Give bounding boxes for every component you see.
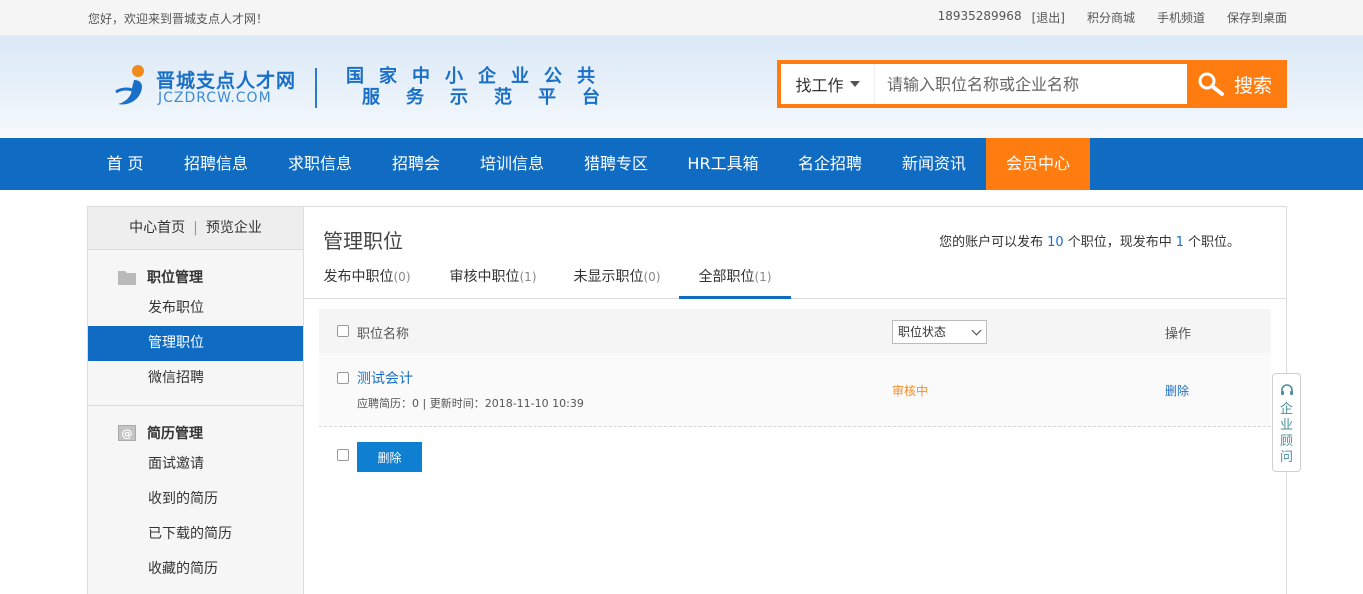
main-nav: 首 页 招聘信息 求职信息 招聘会 培训信息 猎聘专区 HR工具箱 名企招聘 新…	[0, 138, 1363, 190]
job-status-badge: 审核中	[892, 384, 929, 398]
nav-item-headhunting[interactable]: 猎聘专区	[574, 138, 658, 190]
headset-icon	[1280, 384, 1293, 395]
sidebar-item-favorite-resumes[interactable]: 收藏的简历	[88, 552, 303, 587]
chevron-down-icon	[971, 325, 982, 336]
resume-management-title: 简历管理	[147, 426, 203, 442]
tab-under-review-label: 审核中职位	[449, 269, 520, 285]
site-logo[interactable]: 晋城支点人才网 JCZDRCW.COM	[112, 62, 312, 112]
top-bar: 您好，欢迎来到晋城支点人才网！ 18935289968 [退出] 积分商城 手机…	[0, 0, 1363, 36]
quota-total: 10	[1047, 235, 1064, 250]
points-mall-link[interactable]: 积分商城	[1087, 9, 1135, 26]
enterprise-adviser-button[interactable]: 企业顾问	[1272, 373, 1301, 472]
nav-item-jobs[interactable]: 招聘信息	[174, 138, 258, 190]
nav-item-seekers[interactable]: 求职信息	[278, 138, 362, 190]
sidebar-item-received-resumes[interactable]: 收到的简历	[88, 482, 303, 517]
svg-text:@: @	[122, 427, 133, 440]
search-button-label: 搜索	[1233, 74, 1272, 97]
search-button[interactable]: 搜索	[1187, 64, 1283, 104]
sidebar-header: 中心首页 | 预览企业	[88, 207, 303, 250]
logo-domain: JCZDRCW.COM	[158, 90, 272, 106]
sidebar-item-downloaded-resumes[interactable]: 已下载的简历	[88, 517, 303, 552]
welcome-text: 您好，欢迎来到晋城支点人才网！	[88, 12, 269, 26]
save-to-desktop-link[interactable]: 保存到桌面	[1227, 9, 1287, 26]
tab-under-review[interactable]: 审核中职位(1)	[449, 263, 537, 299]
job-status-filter-label: 职位状态	[898, 325, 947, 339]
nav-item-member-center[interactable]: 会员中心	[986, 138, 1090, 190]
tab-under-review-count: (1)	[519, 270, 537, 284]
nav-item-hr-tools[interactable]: HR工具箱	[678, 138, 768, 190]
search-type-dropdown[interactable]: 找工作	[781, 64, 875, 104]
search-input[interactable]	[875, 64, 1187, 104]
tab-all-jobs[interactable]: 全部职位(1)	[679, 263, 791, 299]
sidebar: 中心首页 | 预览企业 职位管理 发布职位 管理职位 微信招聘 @ 简历管理 面试邀…	[88, 207, 304, 594]
sidebar-item-wechat-recruit[interactable]: 微信招聘	[88, 361, 303, 396]
column-actions: 操作	[1165, 327, 1192, 342]
member-center-panel: 中心首页 | 预览企业 职位管理 发布职位 管理职位 微信招聘 @ 简历管理 面试邀…	[87, 206, 1287, 594]
tab-published-count: (0)	[393, 270, 411, 284]
job-table: 职位名称 职位状态 操作 测试会计 应聘简历：0 | 更新时间：2018-11-…	[319, 309, 1271, 487]
slogan-line-2: 服务示范平台	[362, 87, 626, 108]
quota-suffix: 个职位。	[1187, 235, 1240, 250]
job-management-title: 职位管理	[147, 270, 203, 286]
user-phone: 18935289968	[937, 9, 1022, 23]
adviser-label: 企业顾问	[1279, 402, 1293, 465]
at-sign-icon: @	[118, 425, 136, 441]
page-title: 管理职位	[323, 229, 403, 253]
folder-icon	[118, 271, 136, 285]
table-row: 测试会计 应聘简历：0 | 更新时间：2018-11-10 10:39 审核中 …	[319, 353, 1271, 427]
slogan-line-1: 国家中小企业公共	[346, 66, 610, 87]
mobile-channel-link[interactable]: 手机频道	[1157, 9, 1205, 26]
row-checkbox[interactable]	[337, 372, 349, 384]
slogan: 国家中小企业公共 服务示范平台	[346, 66, 626, 108]
job-management-group: 职位管理	[118, 267, 203, 287]
job-meta: 应聘简历：0 | 更新时间：2018-11-10 10:39	[357, 397, 584, 410]
nav-item-training[interactable]: 培训信息	[470, 138, 554, 190]
job-name-link[interactable]: 测试会计	[357, 368, 413, 388]
search-type-label: 找工作	[795, 76, 844, 95]
preview-company-link[interactable]: 预览企业	[206, 220, 262, 236]
logo-divider	[315, 68, 317, 108]
site-header: 晋城支点人才网 JCZDRCW.COM 国家中小企业公共 服务示范平台 找工作 …	[0, 36, 1363, 138]
logo-name: 晋城支点人才网	[156, 70, 297, 92]
top-links: 18935289968 [退出] 积分商城 手机频道 保存到桌面	[938, 9, 1287, 26]
nav-item-job-fair[interactable]: 招聘会	[382, 138, 450, 190]
bulk-delete-button[interactable]: 删除	[357, 442, 422, 472]
nav-item-news[interactable]: 新闻资讯	[892, 138, 976, 190]
sidebar-item-manage-jobs[interactable]: 管理职位	[88, 326, 303, 361]
sidebar-item-post-job[interactable]: 发布职位	[88, 291, 303, 326]
nav-item-top-companies[interactable]: 名企招聘	[788, 138, 872, 190]
job-quota-info: 您的账户可以发布 10 个职位，现发布中 1 个职位。	[939, 231, 1240, 250]
tab-hidden-label: 未显示职位	[573, 269, 644, 285]
tab-all-jobs-label: 全部职位	[698, 269, 755, 285]
tab-hidden[interactable]: 未显示职位(0)	[573, 263, 661, 299]
resume-management-group: @ 简历管理	[118, 423, 203, 443]
caret-down-icon	[849, 81, 860, 87]
bulk-select-checkbox[interactable]	[337, 449, 349, 461]
nav-item-home[interactable]: 首 页	[88, 138, 162, 190]
select-all-checkbox[interactable]	[337, 325, 349, 337]
search-bar: 找工作 搜索	[777, 60, 1287, 108]
tab-all-jobs-count: (1)	[754, 270, 772, 284]
sidebar-divider	[88, 405, 303, 406]
logo-person-icon	[115, 65, 144, 105]
logout-link[interactable]: [退出]	[1032, 9, 1065, 26]
sidebar-item-interview-invites[interactable]: 面试邀请	[88, 447, 303, 482]
search-icon	[1198, 72, 1224, 96]
quota-mid: 个职位，现发布中	[1067, 235, 1172, 250]
center-home-link[interactable]: 中心首页	[129, 220, 185, 236]
tab-hidden-count: (0)	[643, 270, 661, 284]
content-area: 管理职位 您的账户可以发布 10 个职位，现发布中 1 个职位。 发布中职位(0) 审核…	[304, 207, 1286, 594]
tab-published-label: 发布中职位	[323, 269, 394, 285]
delete-job-link[interactable]: 删除	[1165, 382, 1189, 399]
quota-prefix: 您的账户可以发布	[939, 235, 1044, 250]
job-status-filter[interactable]: 职位状态	[892, 320, 987, 344]
tab-published[interactable]: 发布中职位(0)	[323, 263, 411, 299]
table-header: 职位名称 职位状态 操作	[319, 309, 1271, 353]
table-footer: 删除	[319, 427, 1271, 487]
column-job-name: 职位名称	[357, 327, 410, 342]
job-status-tabs: 发布中职位(0) 审核中职位(1) 未显示职位(0) 全部职位(1)	[304, 263, 1286, 299]
quota-current: 1	[1175, 235, 1184, 250]
